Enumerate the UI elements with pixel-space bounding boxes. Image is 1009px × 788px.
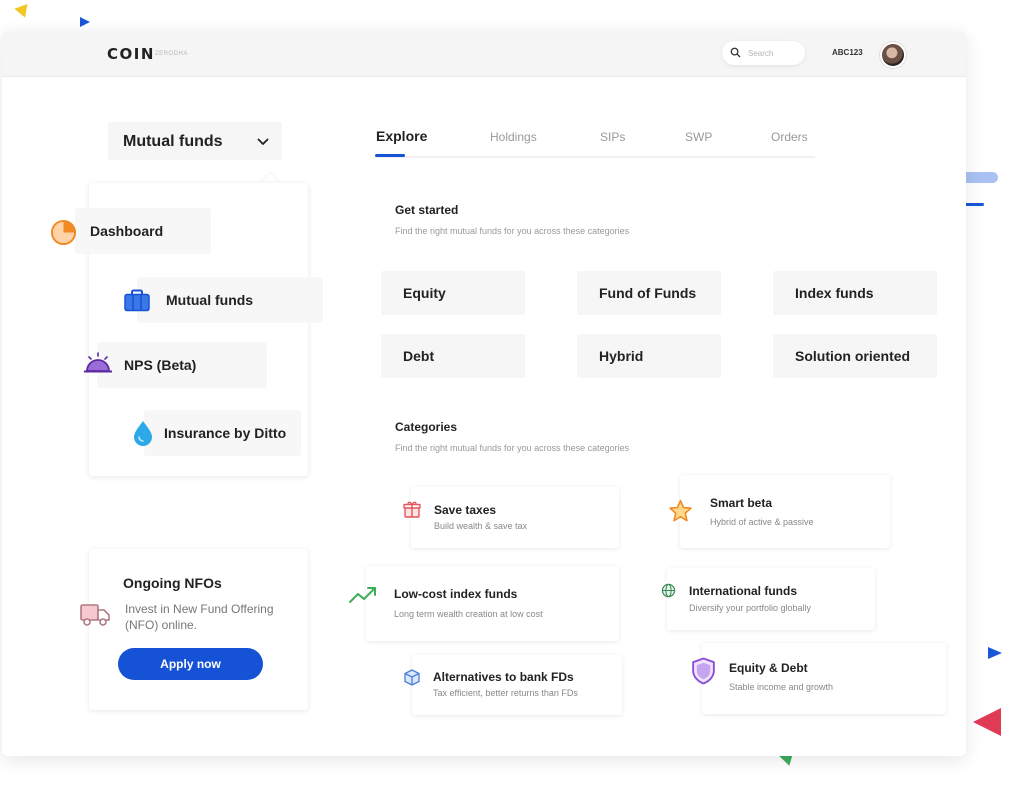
shield-icon [692, 657, 715, 685]
menu-item-insurance[interactable]: Insurance by Ditto [144, 410, 301, 456]
categories-title: Categories [395, 420, 458, 434]
tile-label: Fund of Funds [599, 285, 697, 301]
decor-triangle-red [973, 708, 1001, 736]
category-card-smart-beta[interactable]: Smart beta Hybrid of active & passive [680, 475, 890, 548]
get-started-subtitle: Find the right mutual funds for you acro… [395, 226, 630, 236]
tile-label: Hybrid [599, 348, 644, 364]
droplet-icon [134, 421, 152, 446]
search-box[interactable] [722, 41, 805, 65]
user-id[interactable]: ABC123 [832, 48, 863, 57]
nfo-card: Ongoing NFOs Invest in New Fund Offering… [80, 549, 308, 710]
cube-icon [404, 669, 420, 686]
zerodha-logo: ZERODHA [155, 51, 188, 57]
menu-item-mutual-funds[interactable]: Mutual funds [137, 277, 323, 323]
decor-dash [965, 203, 984, 206]
coin-logo[interactable]: COIN [107, 45, 155, 63]
tile-debt[interactable]: Debt [381, 334, 525, 378]
tab-orders[interactable]: Orders [771, 130, 808, 144]
nfo-title: Ongoing NFOs [123, 575, 222, 591]
category-title: Low-cost index funds [394, 587, 518, 601]
menu-item-label: Mutual funds [166, 292, 254, 308]
gift-icon [403, 501, 421, 518]
app-stage: COIN ZERODHA ABC123 Mutual funds Dashboa… [0, 0, 1009, 788]
decor-triangle-blue-small [988, 647, 1002, 659]
category-card-alternatives-fd[interactable]: Alternatives to bank FDs Tax efficient, … [412, 655, 622, 715]
category-title: Equity & Debt [729, 661, 808, 675]
tile-equity[interactable]: Equity [381, 271, 525, 315]
category-title: Save taxes [434, 503, 497, 517]
nfo-description: Invest in New Fund Offering (NFO) online… [125, 602, 274, 632]
search-icon [730, 47, 741, 58]
category-subtitle: Long term wealth creation at low cost [394, 609, 543, 619]
globe-icon [661, 583, 676, 598]
decor-triangle-blue [80, 17, 90, 27]
category-card-low-cost-index[interactable]: Low-cost index funds Long term wealth cr… [366, 566, 619, 641]
product-dropdown[interactable]: Mutual funds [108, 122, 282, 160]
truck-icon [80, 604, 110, 626]
product-dropdown-label: Mutual funds [123, 133, 223, 150]
category-subtitle: Hybrid of active & passive [710, 517, 814, 527]
tile-hybrid[interactable]: Hybrid [577, 334, 721, 378]
category-card-equity-debt[interactable]: Equity & Debt Stable income and growth [702, 643, 946, 714]
get-started-title: Get started [395, 203, 459, 217]
menu-item-label: NPS (Beta) [124, 357, 197, 373]
tab-swp[interactable]: SWP [685, 130, 712, 144]
tile-label: Equity [403, 285, 446, 301]
tile-label: Solution oriented [795, 348, 911, 364]
tile-label: Debt [403, 348, 435, 364]
categories-subtitle: Find the right mutual funds for you acro… [395, 443, 630, 453]
top-bar: COIN ZERODHA ABC123 [2, 31, 966, 77]
tab-explore[interactable]: Explore [376, 128, 427, 144]
category-subtitle: Build wealth & save tax [434, 521, 528, 531]
star-icon [669, 499, 692, 522]
category-card-save-taxes[interactable]: Save taxes Build wealth & save tax [411, 487, 619, 548]
menu-item-dashboard[interactable]: Dashboard [75, 208, 211, 254]
menu-item-label: Insurance by Ditto [164, 425, 287, 441]
tab-sips[interactable]: SIPs [600, 130, 625, 144]
search-input[interactable] [748, 45, 800, 61]
category-subtitle: Diversify your portfolio globally [689, 603, 812, 613]
decor-triangle-yellow [14, 3, 32, 21]
menu-item-nps[interactable]: NPS (Beta) [97, 342, 267, 388]
briefcase-icon [124, 289, 150, 312]
category-subtitle: Stable income and growth [729, 682, 834, 692]
sunset-icon [84, 352, 112, 373]
chevron-down-icon [257, 138, 269, 145]
category-title: Smart beta [710, 496, 773, 510]
tile-label: Index funds [795, 285, 874, 301]
apply-now-button[interactable]: Apply now [118, 648, 263, 680]
category-title: Alternatives to bank FDs [433, 670, 574, 684]
avatar[interactable] [880, 42, 906, 68]
category-card-international[interactable]: International funds Diversify your portf… [667, 568, 875, 630]
active-tab-indicator [375, 154, 405, 157]
tile-fund-of-funds[interactable]: Fund of Funds [577, 271, 721, 315]
category-title: International funds [689, 584, 797, 598]
tab-holdings[interactable]: Holdings [490, 130, 537, 144]
tab-bar: Explore Holdings SIPs SWP Orders [375, 126, 815, 158]
trending-up-icon [349, 587, 376, 603]
tile-solution-oriented[interactable]: Solution oriented [773, 334, 937, 378]
menu-item-label: Dashboard [90, 223, 164, 239]
tile-index-funds[interactable]: Index funds [773, 271, 937, 315]
category-subtitle: Tax efficient, better returns than FDs [433, 688, 578, 698]
pie-chart-icon [50, 219, 77, 246]
